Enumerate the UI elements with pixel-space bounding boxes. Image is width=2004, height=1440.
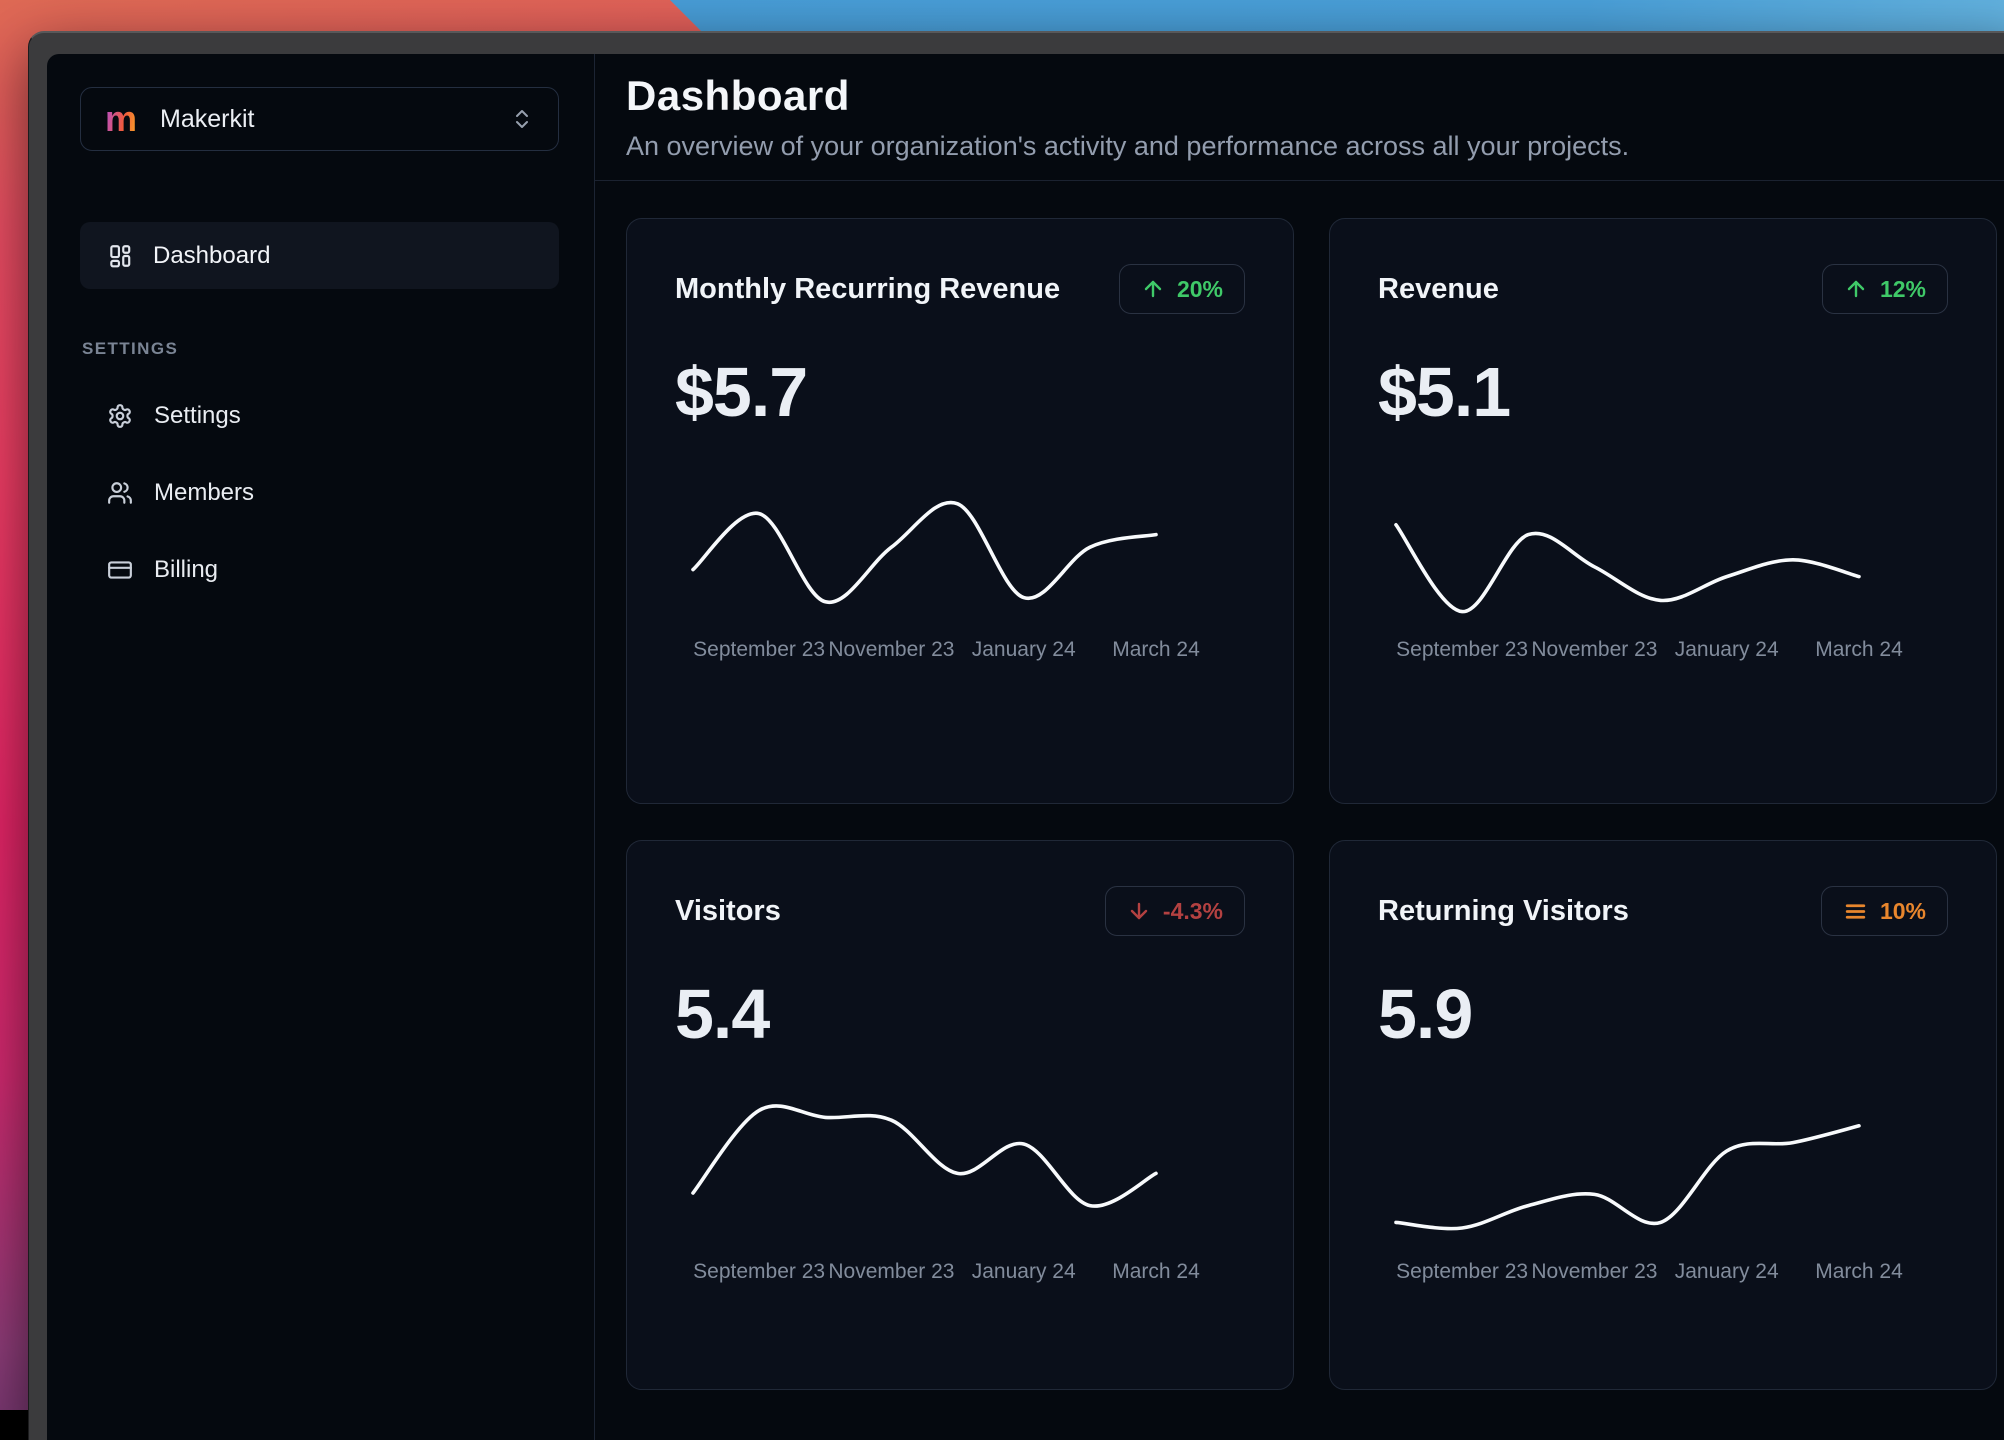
x-axis-labels: September 23 November 23 January 24 Marc… <box>1396 638 1859 664</box>
sparkline-chart: September 23 November 23 January 24 Marc… <box>1396 1104 1859 1286</box>
card-revenue: Revenue 12% $5.1 <box>1329 218 1997 804</box>
sidebar-settings-list: Settings Members Billing <box>80 391 559 595</box>
arrow-down-icon <box>1127 899 1151 923</box>
x-axis-labels: September 23 November 23 January 24 Marc… <box>1396 1260 1859 1286</box>
sidebar-item-billing[interactable]: Billing <box>80 545 559 595</box>
sparkline-chart: September 23 November 23 January 24 Marc… <box>693 1104 1156 1286</box>
x-tick-label: November 23 <box>828 638 954 662</box>
sparkline-chart: September 23 November 23 January 24 Marc… <box>693 482 1156 664</box>
card-monthly-recurring-revenue: Monthly Recurring Revenue 20% $5.7 <box>626 218 1294 804</box>
chevrons-up-down-icon <box>510 107 534 131</box>
trend-badge: 10% <box>1821 886 1948 936</box>
app-window-content: m Makerkit Dashboard SETTINGS Setti <box>47 54 2004 1440</box>
gear-icon <box>107 403 133 429</box>
card-title: Monthly Recurring Revenue <box>675 273 1060 306</box>
app-window: m Makerkit Dashboard SETTINGS Setti <box>28 31 2004 1440</box>
credit-card-icon <box>107 557 133 583</box>
sidebar: m Makerkit Dashboard SETTINGS Setti <box>47 54 595 1440</box>
card-visitors: Visitors -4.3% 5.4 <box>626 840 1294 1390</box>
trend-badge: 20% <box>1119 264 1245 314</box>
sidebar-item-label: Settings <box>154 402 241 430</box>
x-tick-label: September 23 <box>693 638 825 662</box>
arrow-up-icon <box>1844 277 1868 301</box>
sidebar-item-label: Members <box>154 479 254 507</box>
x-tick-label: September 23 <box>1396 1260 1528 1284</box>
sidebar-section-label: SETTINGS <box>80 339 559 359</box>
x-tick-label: January 24 <box>1675 638 1779 662</box>
x-tick-label: January 24 <box>1675 1260 1779 1284</box>
card-title: Returning Visitors <box>1378 895 1629 928</box>
x-tick-label: November 23 <box>828 1260 954 1284</box>
team-name: Makerkit <box>160 105 254 134</box>
trend-badge: -4.3% <box>1105 886 1245 936</box>
x-tick-label: September 23 <box>1396 638 1528 662</box>
x-tick-label: March 24 <box>1815 638 1903 662</box>
x-tick-label: September 23 <box>693 1260 825 1284</box>
page-subtitle: An overview of your organization's activ… <box>626 131 1994 162</box>
metric-value: $5.1 <box>1378 352 1948 432</box>
page-header: Dashboard An overview of your organizati… <box>595 54 2004 181</box>
sparkline-chart: September 23 November 23 January 24 Marc… <box>1396 482 1859 664</box>
sidebar-item-members[interactable]: Members <box>80 468 559 518</box>
team-selector-dropdown[interactable]: m Makerkit <box>80 87 559 151</box>
trend-value: 10% <box>1880 898 1926 925</box>
page-title: Dashboard <box>626 72 1994 120</box>
x-tick-label: March 24 <box>1112 638 1200 662</box>
card-title: Visitors <box>675 895 781 928</box>
x-tick-label: January 24 <box>972 1260 1076 1284</box>
x-tick-label: March 24 <box>1112 1260 1200 1284</box>
card-title: Revenue <box>1378 273 1499 306</box>
sidebar-item-settings[interactable]: Settings <box>80 391 559 441</box>
metric-value: 5.4 <box>675 974 1245 1054</box>
main-content: Dashboard An overview of your organizati… <box>595 54 2004 1440</box>
x-tick-label: November 23 <box>1531 1260 1657 1284</box>
arrow-up-icon <box>1141 277 1165 301</box>
trend-badge: 12% <box>1822 264 1948 314</box>
x-tick-label: March 24 <box>1815 1260 1903 1284</box>
sidebar-item-label: Dashboard <box>153 242 270 270</box>
x-tick-label: January 24 <box>972 638 1076 662</box>
sidebar-item-label: Billing <box>154 556 218 584</box>
metric-cards-grid: Monthly Recurring Revenue 20% $5.7 <box>595 181 2004 1390</box>
card-returning-visitors: Returning Visitors 10% 5.9 <box>1329 840 1997 1390</box>
sidebar-item-dashboard[interactable]: Dashboard <box>80 222 559 289</box>
layout-dashboard-icon <box>107 243 133 269</box>
metric-value: 5.9 <box>1378 974 1948 1054</box>
makerkit-logo: m <box>105 101 137 137</box>
trend-flat-lines-icon <box>1843 899 1868 924</box>
users-icon <box>107 480 133 506</box>
x-axis-labels: September 23 November 23 January 24 Marc… <box>693 638 1156 664</box>
trend-value: 12% <box>1880 276 1926 303</box>
trend-value: -4.3% <box>1163 898 1223 925</box>
metric-value: $5.7 <box>675 352 1245 432</box>
trend-value: 20% <box>1177 276 1223 303</box>
x-axis-labels: September 23 November 23 January 24 Marc… <box>693 1260 1156 1286</box>
x-tick-label: November 23 <box>1531 638 1657 662</box>
